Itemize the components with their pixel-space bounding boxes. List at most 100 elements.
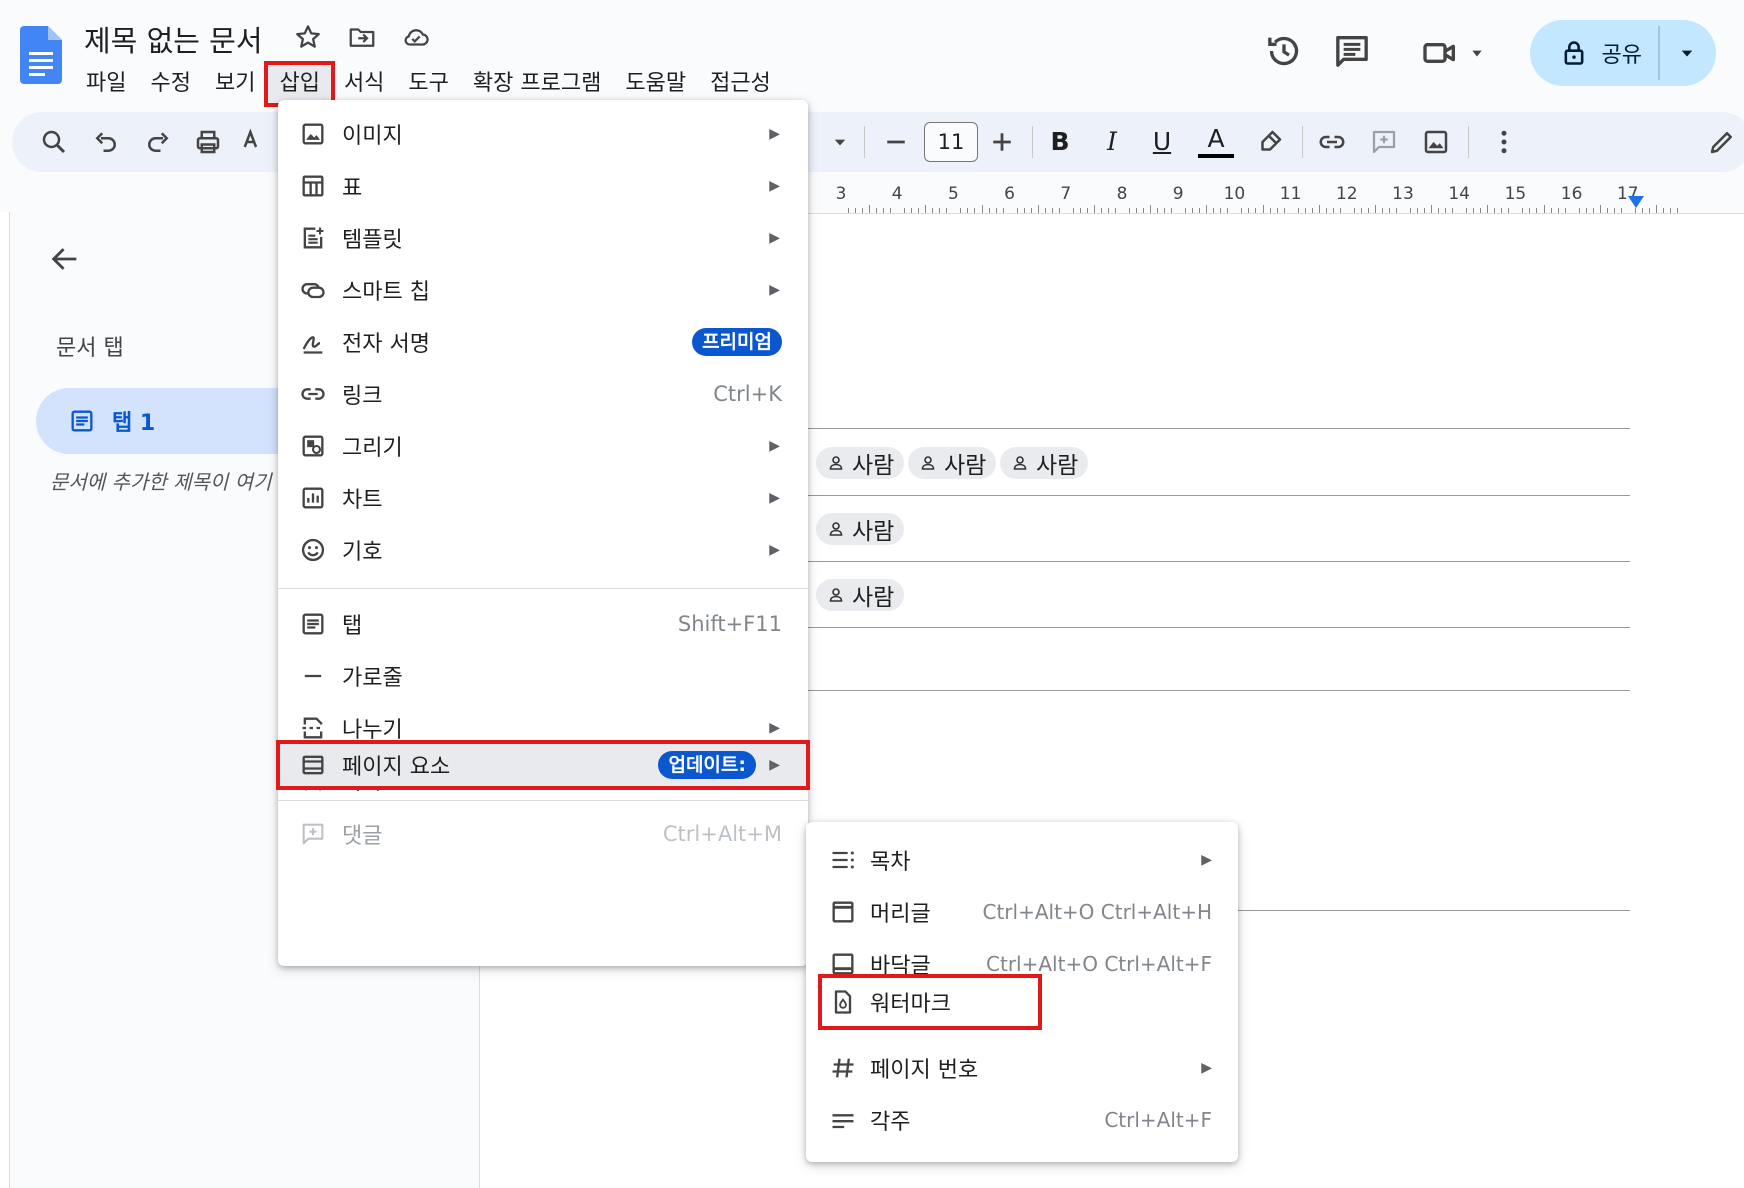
- menu-tools[interactable]: 도구: [396, 64, 460, 104]
- submenu-arrow-icon: ▶: [769, 230, 780, 246]
- submenu-item-toc[interactable]: 목차 ▶: [806, 834, 1238, 886]
- page-elements-submenu: 목차 ▶ 머리글 Ctrl+Alt+O Ctrl+Alt+H 바닥글 Ctrl+…: [806, 822, 1238, 1162]
- menu-item-smart-chip[interactable]: 스마트 칩 ▶: [278, 264, 808, 316]
- share-button[interactable]: 공유: [1529, 20, 1716, 86]
- cloud-saved-icon[interactable]: [401, 22, 431, 56]
- submenu-arrow-icon: ▶: [769, 178, 780, 194]
- menu-item-link[interactable]: 링크 Ctrl+K: [278, 368, 808, 420]
- person-icon: [829, 588, 843, 602]
- insert-menu: 이미지 ▶ 표 ▶ 템플릿 ▶ 스마트 칩 ▶ 전자 서명 프리미엄 링크 Ct…: [276, 100, 810, 966]
- font-size-input[interactable]: 11: [924, 122, 978, 162]
- back-arrow-icon[interactable]: [48, 242, 82, 276]
- insert-link-icon[interactable]: [1314, 124, 1350, 160]
- menu-item-horizontal-line[interactable]: 가로줄: [278, 650, 808, 702]
- smart-chip-icon: [298, 275, 328, 305]
- menu-item-chart[interactable]: 차트 ▶: [278, 472, 808, 524]
- ruler[interactable]: 3 4 5 6 7 8 9 10 11 12 13 14 15 16 17: [808, 182, 1744, 214]
- underline-button[interactable]: U: [1144, 124, 1180, 160]
- undo-icon[interactable]: [88, 124, 124, 160]
- submenu-item-page-numbers[interactable]: 페이지 번호 ▶: [806, 1042, 1238, 1094]
- menu-item-page-elements[interactable]: 페이지 요소 업데이트: ▶: [276, 740, 810, 790]
- menu-accessibility[interactable]: 접근성: [698, 64, 783, 104]
- submenu-arrow-icon: ▶: [769, 490, 780, 506]
- add-comment-icon[interactable]: [1366, 124, 1402, 160]
- insert-image-icon[interactable]: [1418, 124, 1454, 160]
- share-options[interactable]: [1660, 20, 1716, 86]
- docs-logo[interactable]: [20, 26, 62, 84]
- text-color-button[interactable]: A: [1198, 124, 1234, 158]
- menu-file[interactable]: 파일: [74, 64, 138, 104]
- document-tabs-heading: 문서 탭: [56, 336, 124, 361]
- person-chip[interactable]: 사람: [1000, 447, 1089, 479]
- move-folder-icon[interactable]: [347, 22, 377, 56]
- submenu-arrow-icon: ▶: [769, 542, 780, 558]
- menubar: 파일 수정 보기 삽입 서식 도구 확장 프로그램 도움말 접근성: [74, 61, 783, 107]
- ruler-number: 3: [835, 184, 847, 204]
- toolbar: 11 B I U A: [12, 112, 1744, 172]
- drawing-icon: [298, 431, 328, 461]
- menu-item-comment: 댓글 Ctrl+Alt+M: [278, 808, 808, 860]
- submenu-arrow-icon: ▶: [1201, 852, 1212, 868]
- break-icon: [298, 713, 328, 743]
- person-chip[interactable]: 사람: [816, 579, 905, 611]
- star-icon[interactable]: [293, 22, 323, 56]
- italic-button[interactable]: I: [1094, 124, 1130, 160]
- menu-help[interactable]: 도움말: [613, 64, 698, 104]
- menu-insert[interactable]: 삽입: [264, 61, 335, 107]
- ruler-number: 7: [1060, 184, 1072, 204]
- footer-icon: [828, 949, 858, 979]
- person-icon: [829, 522, 843, 536]
- decrease-font-size-icon[interactable]: [878, 124, 914, 160]
- ruler-number: 16: [1560, 184, 1583, 204]
- menu-item-image[interactable]: 이미지 ▶: [278, 108, 808, 160]
- document-title[interactable]: 제목 없는 문서: [84, 18, 263, 60]
- spellcheck-icon[interactable]: [238, 124, 274, 160]
- person-chip[interactable]: 사람: [816, 513, 905, 545]
- ruler-number: 5: [947, 184, 959, 204]
- meet-button[interactable]: [1420, 33, 1484, 73]
- chevron-down-icon: [1471, 50, 1482, 57]
- watermark-icon: [828, 987, 858, 1017]
- person-chip[interactable]: 사람: [816, 447, 905, 479]
- menu-edit[interactable]: 수정: [138, 64, 202, 104]
- comments-icon[interactable]: [1332, 31, 1372, 75]
- ruler-number: 8: [1116, 184, 1128, 204]
- search-icon[interactable]: [36, 124, 72, 160]
- more-options-icon[interactable]: [1486, 124, 1522, 160]
- person-icon: [829, 456, 843, 470]
- ruler-number: 6: [1004, 184, 1016, 204]
- tab-icon: [298, 609, 328, 639]
- menu-item-tab[interactable]: 탭 Shift+F11: [278, 598, 808, 650]
- submenu-item-footnote[interactable]: 각주 Ctrl+Alt+F: [806, 1094, 1238, 1146]
- menu-item-template[interactable]: 템플릿 ▶: [278, 212, 808, 264]
- chart-icon: [298, 483, 328, 513]
- menu-view[interactable]: 보기: [203, 64, 267, 104]
- link-icon: [298, 379, 328, 409]
- right-indent-marker[interactable]: [1628, 196, 1644, 208]
- share-label: 공유: [1601, 43, 1642, 68]
- image-icon: [298, 119, 328, 149]
- toc-icon: [828, 845, 858, 875]
- table-icon: [298, 171, 328, 201]
- print-icon[interactable]: [190, 124, 226, 160]
- video-call-icon: [1422, 43, 1455, 63]
- menu-item-table[interactable]: 표 ▶: [278, 160, 808, 212]
- menu-item-symbols[interactable]: 기호 ▶: [278, 524, 808, 576]
- font-dropdown-caret-icon[interactable]: [822, 124, 858, 160]
- person-chip[interactable]: 사람: [908, 447, 997, 479]
- highlight-pen-icon[interactable]: [1252, 124, 1288, 160]
- editing-mode-pencil-icon[interactable]: [1704, 124, 1740, 160]
- menu-format[interactable]: 서식: [332, 64, 396, 104]
- menu-item-drawing[interactable]: 그리기 ▶: [278, 420, 808, 472]
- submenu-item-watermark[interactable]: 워터마크: [818, 974, 1042, 1030]
- comment-add-icon: [298, 819, 328, 849]
- menu-extensions[interactable]: 확장 프로그램: [461, 64, 613, 104]
- submenu-arrow-icon: ▶: [769, 126, 780, 142]
- bold-button[interactable]: B: [1042, 124, 1078, 160]
- menu-item-esignature[interactable]: 전자 서명 프리미엄: [278, 316, 808, 368]
- version-history-icon[interactable]: [1264, 31, 1304, 75]
- increase-font-size-icon[interactable]: [984, 124, 1020, 160]
- submenu-item-header[interactable]: 머리글 Ctrl+Alt+O Ctrl+Alt+H: [806, 886, 1238, 938]
- page-elements-icon: [298, 750, 328, 780]
- redo-icon[interactable]: [140, 124, 176, 160]
